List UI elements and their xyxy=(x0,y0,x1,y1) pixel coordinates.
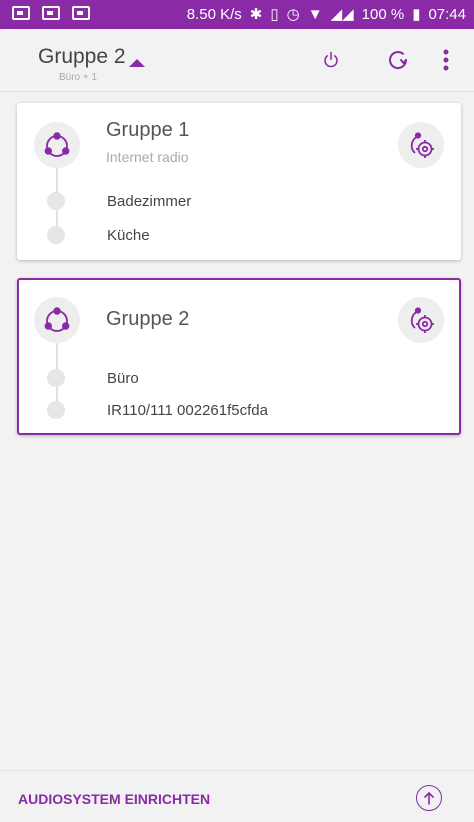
setup-audiosystem-button[interactable]: AUDIOSYSTEM EINRICHTEN xyxy=(18,791,210,807)
member-dot xyxy=(47,401,65,419)
refresh-icon xyxy=(389,51,408,69)
app-header: Gruppe 2 Büro + 1 xyxy=(0,29,474,92)
alarm-icon: ◷ xyxy=(286,6,300,23)
page-title[interactable]: Gruppe 2 xyxy=(38,45,126,69)
refresh-button[interactable] xyxy=(381,43,415,77)
power-icon xyxy=(324,51,338,68)
more-options-button[interactable] xyxy=(429,43,463,77)
member-dot xyxy=(47,226,65,244)
member-dot xyxy=(47,369,65,387)
scroll-up-button[interactable] xyxy=(416,785,442,811)
group-settings-icon xyxy=(410,307,434,333)
member-name: IR110/111 002261f5cfda xyxy=(107,401,268,419)
signal-icon: ◢◢ xyxy=(330,6,354,23)
group-name: Gruppe 1 xyxy=(106,119,190,141)
group-settings-icon xyxy=(410,132,434,158)
group-settings-button[interactable] xyxy=(398,297,444,343)
more-vert-icon xyxy=(443,49,449,71)
wifi-icon: ▼ xyxy=(307,5,323,23)
footer-bar: AUDIOSYSTEM EINRICHTEN xyxy=(0,770,474,822)
notification-icon xyxy=(42,6,60,20)
caret-up-icon[interactable] xyxy=(129,59,145,67)
list-item[interactable]: IR110/111 002261f5cfda xyxy=(47,399,268,421)
bluetooth-icon: ✱ xyxy=(249,6,263,23)
image-icon xyxy=(72,6,90,20)
list-item[interactable]: Büro xyxy=(47,367,139,389)
member-dot xyxy=(47,192,65,210)
group-name: Gruppe 2 xyxy=(106,308,190,330)
group-icon xyxy=(34,122,80,168)
list-item[interactable]: Küche xyxy=(47,224,150,246)
status-bar: 8.50 K/s ✱ ▯ ◷ ▼ ◢◢ 100 % ▮ 07:44 xyxy=(0,0,474,29)
group-card-selected[interactable]: Gruppe 2 Büro IR110/111 002261f5cfda xyxy=(17,278,461,435)
member-name: Küche xyxy=(107,226,150,244)
power-button[interactable] xyxy=(314,43,348,77)
arrow-up-icon xyxy=(424,791,434,805)
vibrate-icon: ▯ xyxy=(270,6,279,23)
group-icon xyxy=(34,297,80,343)
battery-level: 100 % xyxy=(361,5,405,23)
network-speed: 8.50 K/s xyxy=(186,5,242,23)
group-settings-button[interactable] xyxy=(398,122,444,168)
group-card[interactable]: Gruppe 1 Internet radio Badezimmer Küche xyxy=(17,103,461,260)
notification-icon xyxy=(12,6,30,20)
battery-icon: ▮ xyxy=(412,6,421,23)
page-subtitle: Büro + 1 xyxy=(59,72,98,83)
member-name: Büro xyxy=(107,369,139,387)
list-item[interactable]: Badezimmer xyxy=(47,190,191,212)
group-source: Internet radio xyxy=(106,149,189,165)
clock: 07:44 xyxy=(428,5,466,23)
member-name: Badezimmer xyxy=(107,192,192,210)
